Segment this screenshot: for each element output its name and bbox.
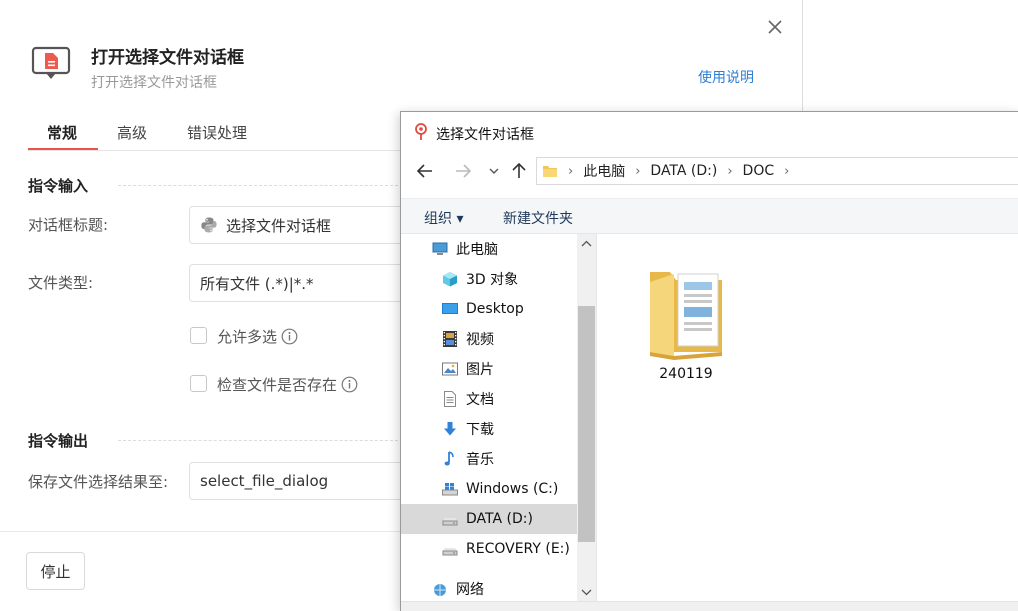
file-toolbar: 组织 ▾ 新建文件夹: [401, 198, 1018, 234]
dialog-title-value: 选择文件对话框: [226, 216, 332, 235]
scrollbar-thumb[interactable]: [578, 306, 595, 542]
folder-item[interactable]: 240119: [641, 252, 731, 382]
address-bar[interactable]: › 此电脑 › DATA (D:) › DOC ›: [536, 157, 1018, 185]
dialog-subtitle: 打开选择文件对话框: [91, 75, 217, 91]
picture-icon: [442, 362, 458, 376]
check-exists-text: 检查文件是否存在: [217, 376, 338, 394]
file-type-label: 文件类型:: [28, 274, 94, 292]
address-separator: ›: [568, 163, 574, 179]
dialog-title: 打开选择文件对话框: [91, 48, 244, 68]
file-type-input[interactable]: 所有文件 (.*)|*.*: [189, 264, 404, 302]
scroll-down-icon[interactable]: [577, 582, 596, 602]
app-title-icon: [415, 123, 427, 140]
close-icon[interactable]: [764, 16, 786, 38]
tree-item-this-pc[interactable]: 此电脑: [401, 234, 577, 264]
info-icon[interactable]: [341, 376, 358, 393]
tree-item-recovery-drive[interactable]: RECOVERY (E:): [401, 534, 577, 564]
check-exists-checkbox[interactable]: [190, 375, 207, 392]
cube-icon: [443, 272, 457, 287]
pane-divider[interactable]: [596, 234, 597, 611]
python-icon: [201, 217, 217, 233]
tree-item-desktop[interactable]: Desktop: [401, 294, 577, 324]
file-type-value: 所有文件 (.*)|*.*: [200, 274, 314, 293]
tree-item-label: 视频: [466, 332, 494, 348]
section-divider: [118, 440, 403, 441]
navigation-tree: 此电脑 3D 对象 Desktop 视频 图片 文档 下载 音乐 Windows…: [401, 234, 577, 611]
tree-item-label: Windows (C:): [466, 481, 559, 497]
info-icon[interactable]: [281, 328, 298, 345]
windows-drive-icon: [442, 483, 458, 496]
chevron-down-icon[interactable]: [483, 160, 505, 182]
tree-item-label: 网络: [456, 582, 484, 598]
dialog-title-input[interactable]: 选择文件对话框: [189, 206, 404, 244]
save-result-value: select_file_dialog: [200, 472, 329, 490]
computer-icon: [432, 242, 448, 255]
allow-multi-label: 允许多选: [217, 326, 298, 347]
tree-item-label: Desktop: [466, 301, 524, 317]
tree-item-label: 文档: [466, 392, 494, 408]
tree-item-3d-objects[interactable]: 3D 对象: [401, 264, 577, 294]
dialog-window-icon: [31, 45, 71, 81]
address-separator: ›: [727, 163, 733, 179]
folder-icon: [650, 272, 722, 360]
check-exists-label: 检查文件是否存在: [217, 374, 358, 395]
tree-item-label: 图片: [466, 362, 494, 378]
drive-icon: [442, 548, 458, 556]
address-separator: ›: [784, 163, 790, 179]
status-strip: [401, 601, 1018, 611]
new-folder-button[interactable]: 新建文件夹: [503, 208, 573, 228]
network-icon: [434, 584, 446, 596]
allow-multi-checkbox[interactable]: [190, 327, 207, 344]
tree-item-label: DATA (D:): [466, 511, 533, 527]
breadcrumb-doc[interactable]: DOC: [743, 163, 775, 179]
tree-item-network[interactable]: 网络: [401, 574, 577, 604]
up-arrow-icon[interactable]: [508, 160, 530, 182]
tree-item-windows-drive[interactable]: Windows (C:): [401, 474, 577, 504]
tab-general[interactable]: 常规: [47, 122, 77, 143]
active-tab-indicator: [28, 148, 98, 150]
document-icon: [444, 391, 456, 407]
tree-item-label: 音乐: [466, 452, 494, 468]
tree-item-documents[interactable]: 文档: [401, 384, 577, 414]
section-input-title: 指令输入: [28, 177, 89, 195]
desktop-icon: [442, 303, 458, 314]
tree-item-label: RECOVERY (E:): [466, 541, 570, 557]
music-icon: [444, 451, 454, 466]
tree-item-videos[interactable]: 视频: [401, 324, 577, 354]
help-link[interactable]: 使用说明: [698, 67, 754, 87]
download-icon: [444, 422, 456, 436]
save-result-label: 保存文件选择结果至:: [28, 473, 169, 491]
save-result-input[interactable]: select_file_dialog: [189, 462, 404, 500]
tree-item-pictures[interactable]: 图片: [401, 354, 577, 384]
folder-icon: [543, 166, 557, 177]
stop-button[interactable]: 停止: [26, 552, 85, 590]
tree-item-music[interactable]: 音乐: [401, 444, 577, 474]
tab-advanced[interactable]: 高级: [117, 122, 147, 143]
file-dialog-title: 选择文件对话框: [436, 127, 534, 143]
tab-error-handling[interactable]: 错误处理: [187, 122, 247, 143]
breadcrumb-this-pc[interactable]: 此电脑: [583, 161, 625, 181]
address-separator: ›: [635, 163, 641, 179]
section-divider: [118, 185, 403, 186]
tree-scrollbar[interactable]: [577, 234, 596, 601]
folder-name: 240119: [659, 366, 713, 382]
drive-icon: [442, 518, 458, 526]
breadcrumb-data-drive[interactable]: DATA (D:): [650, 163, 717, 179]
dialog-title-label: 对话框标题:: [28, 216, 109, 234]
organize-button[interactable]: 组织 ▾: [424, 208, 463, 228]
film-icon: [443, 331, 457, 347]
forward-arrow-icon[interactable]: [452, 160, 474, 182]
scroll-up-icon[interactable]: [577, 234, 596, 254]
tree-item-label: 下载: [466, 422, 494, 438]
tree-item-data-drive[interactable]: DATA (D:): [401, 504, 577, 534]
tree-item-label: 3D 对象: [466, 272, 519, 288]
tree-item-downloads[interactable]: 下载: [401, 414, 577, 444]
tree-item-label: 此电脑: [456, 242, 498, 258]
allow-multi-text: 允许多选: [217, 328, 278, 346]
back-arrow-icon[interactable]: [414, 160, 436, 182]
section-output-title: 指令输出: [28, 432, 89, 450]
file-dialog-window: 选择文件对话框 › 此电脑 › DATA (D:) › DOC › 组织 ▾ 新…: [400, 111, 1018, 611]
